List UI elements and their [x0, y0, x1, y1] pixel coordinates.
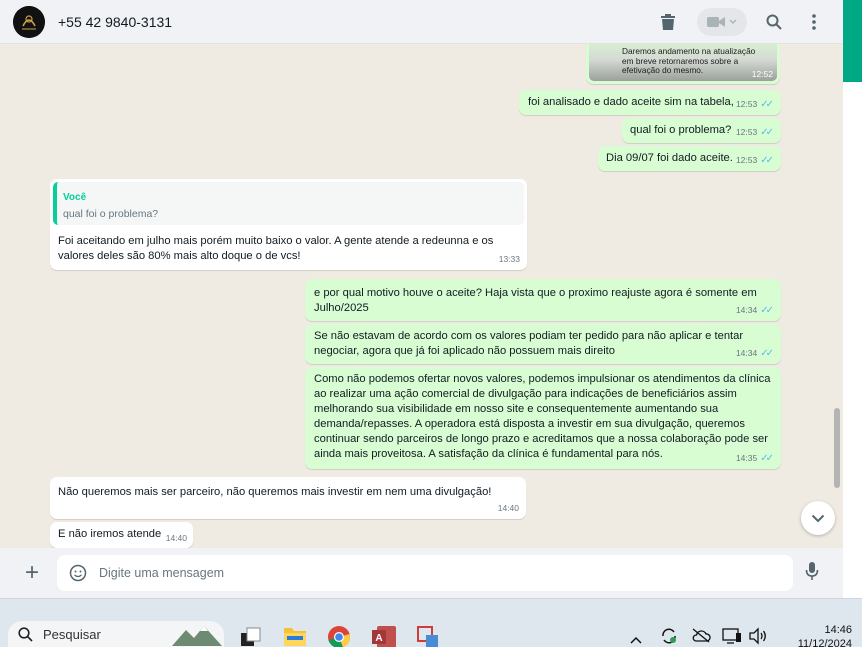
taskbar-search[interactable]: Pesquisar: [8, 621, 224, 647]
message-bubble[interactable]: e por qual motivo houve o aceite? Haja v…: [305, 279, 781, 321]
read-ticks-icon: ✓✓: [760, 155, 774, 166]
read-ticks-icon: ✓✓: [760, 99, 774, 110]
video-call-icon: [707, 16, 725, 27]
message-meta: 12:53 ✓✓: [735, 99, 774, 110]
scroll-to-bottom-button[interactable]: [801, 501, 835, 535]
svg-text:A: A: [375, 633, 382, 644]
access-app-icon[interactable]: A: [371, 625, 397, 647]
file-explorer-icon[interactable]: [283, 625, 307, 647]
message-meta: 13:33: [498, 254, 520, 264]
attach-plus-icon[interactable]: +: [19, 561, 45, 585]
quoted-message[interactable]: Você qual foi o problema?: [53, 182, 524, 225]
menu-dots-icon[interactable]: [799, 7, 829, 37]
trash-icon[interactable]: [653, 7, 683, 37]
search-icon[interactable]: [759, 7, 789, 37]
sync-icon[interactable]: [660, 627, 678, 647]
microphone-icon[interactable]: [805, 561, 819, 586]
read-ticks-icon: ✓✓: [760, 453, 774, 464]
header-actions: [653, 7, 829, 37]
message-bubble[interactable]: Como não podemos ofertar novos valores, …: [305, 367, 781, 469]
volume-icon[interactable]: [748, 627, 768, 647]
read-ticks-icon: ✓✓: [760, 348, 774, 359]
message-bubble[interactable]: qual foi o problema? 12:53 ✓✓: [622, 118, 781, 143]
contact-name[interactable]: +55 42 9840-3131: [58, 14, 172, 30]
image-caption: Daremos andamento na atualização em brev…: [622, 46, 756, 75]
clock-date: 11/12/2024: [797, 638, 852, 647]
clock-time: 14:46: [824, 624, 852, 636]
taskbar-search-label: Pesquisar: [43, 627, 101, 642]
message-bubble[interactable]: Você qual foi o problema? Foi aceitando …: [50, 179, 527, 270]
message-text: Como não podemos ofertar novos valores, …: [314, 373, 771, 460]
message-text: foi analisado e dado aceite sim na tabel…: [528, 96, 734, 108]
message-meta: 14:35 ✓✓: [735, 453, 774, 464]
message-text: Foi aceitando em julho mais porém muito …: [58, 235, 494, 262]
message-text: Não queremos mais ser parceiro, não quer…: [58, 486, 492, 498]
message-text: Se não estavam de acordo com os valores …: [314, 330, 744, 357]
message-list[interactable]: Daremos andamento na atualização em brev…: [0, 44, 843, 548]
read-ticks-icon: ✓✓: [760, 127, 774, 138]
message-meta: 14:34 ✓✓: [735, 305, 774, 316]
message-composer: +: [0, 548, 843, 598]
task-view-icon[interactable]: [240, 625, 262, 647]
side-panel-edge: [843, 82, 862, 598]
contact-avatar[interactable]: [13, 5, 45, 38]
message-bubble[interactable]: Dia 09/07 foi dado aceite. 12:53 ✓✓: [598, 146, 781, 171]
chat-scrollbar[interactable]: [834, 408, 840, 488]
chrome-icon[interactable]: [327, 625, 351, 647]
message-meta: 14:40: [497, 503, 519, 513]
message-input[interactable]: [99, 566, 749, 580]
chevron-down-icon: [811, 514, 825, 522]
message-meta: 14:34 ✓✓: [735, 348, 774, 359]
quote-text: qual foi o problema?: [63, 208, 159, 220]
chevron-down-icon: [729, 19, 737, 24]
message-text: e por qual motivo houve o aceite? Haja v…: [314, 287, 757, 314]
message-bubble[interactable]: Não queremos mais ser parceiro, não quer…: [50, 477, 526, 519]
message-time: 12:52: [751, 69, 773, 79]
mountain-icon: [172, 625, 222, 646]
message-bubble[interactable]: E não iremos atende 14:40: [50, 522, 193, 548]
message-meta: 12:53 ✓✓: [735, 155, 774, 166]
message-text: Dia 09/07 foi dado aceite.: [606, 152, 733, 164]
quote-author: Você: [63, 192, 87, 203]
search-icon: [18, 627, 33, 642]
image-message[interactable]: Daremos andamento na atualização em brev…: [586, 44, 780, 84]
read-ticks-icon: ✓✓: [760, 305, 774, 316]
message-text: qual foi o problema?: [630, 124, 732, 136]
message-text: E não iremos atende: [58, 528, 162, 540]
side-accent-strip: [843, 0, 862, 82]
sticker-icon[interactable]: [69, 564, 87, 582]
system-clock[interactable]: 14:46 11/12/2024: [780, 623, 852, 647]
chevron-up-icon[interactable]: [630, 631, 642, 647]
snipping-tool-icon[interactable]: [416, 625, 440, 647]
monitor-network-icon[interactable]: [722, 627, 742, 647]
avatar-logo-icon: [13, 5, 45, 38]
message-bubble[interactable]: Se não estavam de acordo com os valores …: [305, 324, 781, 364]
message-input-box[interactable]: [57, 555, 793, 591]
chat-header: +55 42 9840-3131: [0, 0, 843, 44]
message-meta: 12:53 ✓✓: [735, 127, 774, 138]
os-taskbar: Pesquisar A 14:46 11/12/2024: [0, 598, 862, 647]
message-bubble[interactable]: foi analisado e dado aceite sim na tabel…: [519, 90, 781, 115]
message-meta: 14:40: [165, 533, 187, 543]
cloud-offline-icon[interactable]: [691, 627, 711, 647]
video-call-button[interactable]: [697, 7, 747, 36]
